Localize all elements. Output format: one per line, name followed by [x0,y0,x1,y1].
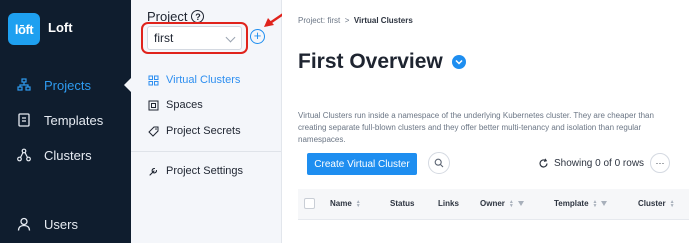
user-icon [16,216,32,232]
breadcrumb-root[interactable]: Project: first [298,16,340,25]
nav-item-label: Projects [44,77,91,93]
project-select-value: first [154,31,174,45]
row-count: Showing 0 of 0 rows [554,158,645,169]
breadcrumb-current: Virtual Clusters [353,16,413,25]
spaces-icon [147,99,159,111]
column-links: Links [438,199,459,208]
loft-logo[interactable]: lōft [8,13,40,45]
secrets-icon [147,125,159,137]
nav-item-clusters[interactable]: Clusters [0,142,131,168]
column-label: Links [438,199,459,208]
page-description: Virtual Clusters run inside a namespace … [298,111,654,144]
nav-item-label: Clusters [44,147,92,163]
sort-icon: ▲ ▼ [508,198,514,209]
nav-item-label: Templates [44,112,104,128]
sort-icon: ▲ ▼ [355,198,361,209]
search-icon [434,158,444,168]
sidebar-item-spaces[interactable]: Spaces [147,96,203,114]
breadcrumb-separator: > [344,16,350,25]
app-name: Loft [48,20,73,35]
add-project-button[interactable]: + [250,29,265,44]
active-indicator [124,78,131,92]
sidebar-item-label: Virtual Clusters [166,74,241,86]
sidebar-item-project-settings[interactable]: Project Settings [147,162,243,180]
nav-item-templates[interactable]: Templates [0,107,131,133]
select-all-checkbox[interactable] [304,198,315,209]
templates-icon [16,112,32,128]
column-template[interactable]: Template ▲ ▼ [554,198,608,209]
settings-icon [147,165,159,177]
sidebar-item-label: Project Settings [166,165,244,177]
sort-icon: ▲ ▼ [592,198,598,209]
projects-icon [16,77,32,93]
title-dropdown-button[interactable] [451,55,466,69]
search-button[interactable] [428,152,450,174]
sort-icon: ▲ ▼ [669,198,675,209]
column-label: Owner [480,199,505,208]
refresh-icon [539,158,548,168]
nav-item-label: Users [44,216,78,232]
app: lōft Loft Projects Templates Clusters Us… [0,0,689,243]
main-nav: lōft Loft Projects Templates Clusters Us… [0,0,131,243]
nav-item-users[interactable]: Users [0,211,131,237]
create-virtual-cluster-button[interactable]: Create Virtual Cluster [307,153,417,175]
column-owner[interactable]: Owner ▲ ▼ [480,199,524,208]
column-label: Cluster [638,199,666,208]
project-select[interactable]: first [147,26,242,50]
clusters-icon [16,147,32,163]
page-title-text: First Overview [298,50,443,73]
column-label: Name [330,199,352,208]
refresh-button[interactable] [538,158,549,172]
filter-icon[interactable] [601,201,608,206]
sidebar-item-label: Spaces [166,99,203,111]
nav-item-projects[interactable]: Projects [0,72,131,98]
divider [131,151,281,152]
virtual-clusters-icon [147,74,159,86]
column-cluster[interactable]: Cluster ▲ ▼ [638,199,675,208]
main-content: Project: first > Virtual Clusters First … [282,0,689,243]
chevron-down-icon [225,32,236,43]
sidebar-item-virtual-clusters[interactable]: Virtual Clusters [147,71,240,89]
table-header: Name ▲ ▼ Status Links Owner ▲ ▼ Template ▲… [298,189,689,220]
column-name[interactable]: Name ▲ ▼ [330,199,361,208]
column-status: Status [390,199,414,208]
page-title: First Overview [298,50,466,74]
filter-icon[interactable] [517,201,524,206]
project-panel: Project ? first + Virtual Clusters Space… [131,0,297,243]
chevron-down-icon [455,59,463,65]
sidebar-item-label: Project Secrets [166,125,241,137]
column-label: Status [390,199,415,208]
sidebar-item-project-secrets[interactable]: Project Secrets [147,122,241,140]
column-label: Template [554,199,589,208]
breadcrumb: Project: first > Virtual Clusters [298,16,413,25]
more-options-button[interactable]: ··· [650,153,670,173]
